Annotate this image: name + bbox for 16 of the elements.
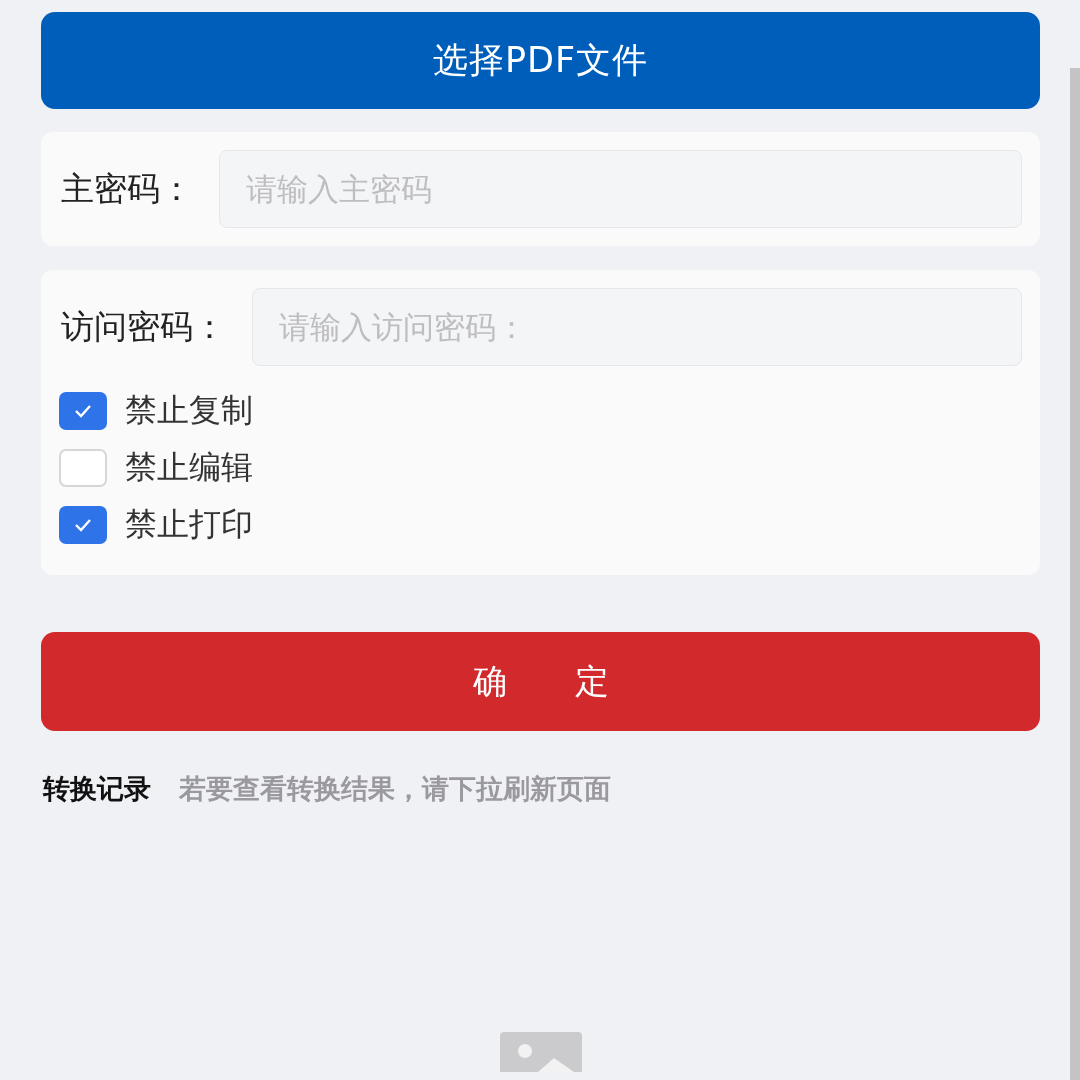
checkbox[interactable] xyxy=(59,391,107,430)
select-file-button[interactable]: 选择PDF文件 xyxy=(41,12,1040,109)
checkbox-label: 禁止打印 xyxy=(125,503,253,545)
confirm-button[interactable]: 确 定 xyxy=(41,632,1040,731)
checkbox-label: 禁止复制 xyxy=(125,389,253,431)
section-title: 转换记录 xyxy=(43,772,151,806)
field-label: 主密码： xyxy=(61,167,193,210)
hint-text: 若要查看转换结果，请下拉刷新页面 xyxy=(179,772,611,806)
password-field[interactable]: 请输入访问密码： xyxy=(252,288,1022,366)
password-field[interactable]: 请输入主密码 xyxy=(219,150,1022,228)
checkbox-label: 禁止编辑 xyxy=(125,446,253,488)
checkbox[interactable] xyxy=(59,448,107,487)
checkbox[interactable] xyxy=(59,505,107,544)
image-placeholder-icon xyxy=(500,1032,582,1072)
field-label: 访问密码： xyxy=(61,305,226,348)
scrollbar[interactable] xyxy=(1070,68,1080,1080)
